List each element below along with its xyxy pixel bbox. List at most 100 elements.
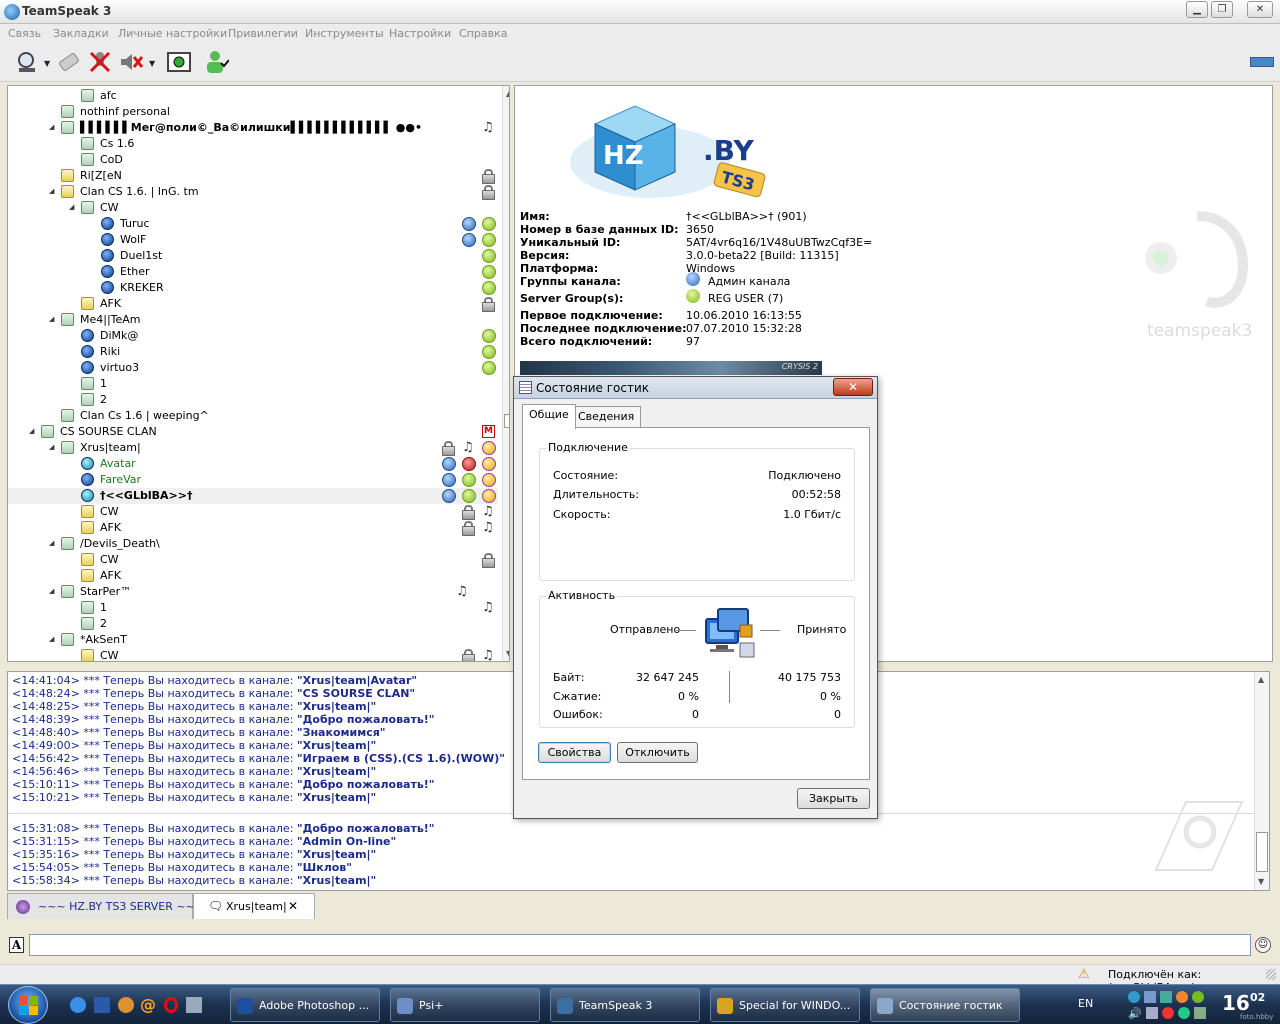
chat-channel-link[interactable]: "CS SOURSE CLAN" [297,687,415,700]
chat-channel-link[interactable]: "Xrus|team|" [297,739,376,752]
tray-monitor-icon[interactable] [1146,1007,1158,1019]
scroll-up-icon[interactable]: ▲ [506,89,509,98]
tray-network-icon[interactable] [1128,991,1140,1003]
channel-row[interactable]: ◢ Me4||TeAm [8,312,498,328]
client-row[interactable]: KREKER [8,280,498,296]
warning-icon[interactable]: ⚠ [1078,967,1090,982]
chat-channel-link[interactable]: "Добро пожаловать!" [297,822,435,835]
channel-row[interactable]: CW ♫ [8,504,498,520]
expand-arrow-icon[interactable]: ◢ [49,315,54,323]
chat-scroll-up-icon[interactable]: ▲ [1258,675,1264,684]
speakers-dropdown-icon[interactable]: ▼ [149,59,155,68]
client-row[interactable]: WolF [8,232,498,248]
channel-row[interactable]: 2 [8,392,498,408]
channel-row[interactable]: Clan Cs 1.6 | weeping^ [8,408,498,424]
menu-self[interactable]: Личные настройки [118,27,227,40]
menu-bookmarks[interactable]: Закладки [53,27,109,40]
dialog-close-text-button[interactable]: Закрыть [797,788,870,809]
channel-row[interactable]: nothinf personal [8,104,498,120]
menu-permissions[interactable]: Привилегии [228,27,298,40]
client-row[interactable]: †<<GLblBA>>† [8,488,498,504]
channel-row[interactable]: CoD [8,152,498,168]
opera-quicklaunch-icon[interactable] [164,997,178,1013]
client-row[interactable]: Ether [8,264,498,280]
chat-scrollbar[interactable]: ▲ ▼ [1254,672,1269,890]
language-indicator[interactable]: EN [1078,997,1093,1010]
expand-arrow-icon[interactable]: ◢ [69,203,74,211]
away-status-icon[interactable] [166,49,192,75]
tab-general[interactable]: Общие [522,404,576,429]
tray-users-icon[interactable] [1144,991,1156,1003]
channel-row[interactable]: ◢ Clan CS 1.6. | InG. tm [8,184,498,200]
menu-settings[interactable]: Настройки [389,27,451,40]
channel-row[interactable]: CW ♫ [8,648,498,661]
text-format-icon[interactable]: A [9,937,24,953]
clock[interactable]: 16 02 foto.hbby [1220,987,1278,1023]
contacts-icon[interactable] [203,49,229,75]
chat-channel-link[interactable]: "Добро пожаловать!" [297,778,435,791]
expand-arrow-icon[interactable]: ◢ [49,587,54,595]
channel-row[interactable]: AFK ♫ [8,520,498,536]
close-button[interactable]: ✕ [1247,1,1273,18]
mute-speakers-icon[interactable] [118,49,144,75]
message-input[interactable] [29,934,1251,956]
ie-quicklaunch-icon[interactable] [70,997,86,1013]
menu-tools[interactable]: Инструменты [305,27,384,40]
resize-grip-icon[interactable] [1266,969,1276,980]
tray-icq-icon[interactable] [1192,991,1204,1003]
tray-browser-icon[interactable] [1176,991,1188,1003]
disconnect-icon[interactable] [56,49,82,75]
client-row[interactable]: Riki [8,344,498,360]
tab-close-icon[interactable]: ✕ [288,899,298,913]
client-row[interactable]: FareVar [8,472,498,488]
expand-arrow-icon[interactable]: ◢ [49,443,54,451]
channel-row[interactable]: Ri[Z[eN [8,168,498,184]
chat-channel-link[interactable]: "Знакомимся" [297,726,386,739]
explorer-quicklaunch-icon[interactable] [94,997,110,1013]
scroll-down-icon[interactable]: ▼ [506,649,509,658]
settings-quicklaunch-icon[interactable] [118,997,134,1013]
channel-row[interactable]: 1 [8,376,498,392]
properties-button[interactable]: Свойства [538,742,611,763]
expand-arrow-icon[interactable]: ◢ [49,539,54,547]
taskbar-item[interactable]: Состояние гостик [870,988,1020,1022]
channel-row[interactable]: AFK [8,296,498,312]
mail-quicklaunch-icon[interactable]: @ [140,995,156,1014]
chat-channel-link[interactable]: "Играем в (CSS).(CS 1.6).(WOW)" [297,752,505,765]
expand-arrow-icon[interactable]: ◢ [29,427,34,435]
tray-opera-icon[interactable] [1162,1007,1174,1019]
mute-microphone-icon[interactable] [87,49,113,75]
channel-row[interactable]: ◢ CW [8,200,498,216]
chat-channel-link[interactable]: "Xrus|team|" [297,874,376,887]
chat-scroll-down-icon[interactable]: ▼ [1258,877,1264,886]
chat-channel-link[interactable]: "Xrus|team|Avatar" [297,674,417,687]
chat-channel-link[interactable]: "Шклов" [297,861,352,874]
channel-row[interactable]: 2 [8,616,498,632]
client-row[interactable]: virtuo3 [8,360,498,376]
dialog-close-button[interactable]: ✕ [833,378,873,396]
expand-arrow-icon[interactable]: ◢ [49,187,54,195]
minimize-button[interactable]: ▁ [1186,1,1208,18]
chat-channel-link[interactable]: "Xrus|team|" [297,848,376,861]
connect-icon[interactable] [14,49,40,75]
taskbar-item[interactable]: Special for WINDO... [710,988,860,1022]
channel-row[interactable]: AFK [8,568,498,584]
tray-volume-icon[interactable]: 🔊 [1128,1007,1142,1020]
channel-row[interactable]: ◢ Xrus|team| ♫ [8,440,498,456]
chat-channel-link[interactable]: "Xrus|team|" [297,765,376,778]
channel-row[interactable]: afc [8,88,498,104]
client-row[interactable]: DiMk@ [8,328,498,344]
disconnect-button[interactable]: Отключить [617,742,698,763]
expand-arrow-icon[interactable]: ◢ [49,123,54,131]
taskbar-item[interactable]: Psi+ [390,988,540,1022]
client-row[interactable]: Avatar [8,456,498,472]
emoticon-icon[interactable]: ☺ [1255,937,1271,953]
menu-help[interactable]: Справка [459,27,507,40]
tray-skype-icon[interactable] [1178,1007,1190,1019]
chat-channel-link[interactable]: "Admin On-line" [297,835,396,848]
tool-quicklaunch-icon[interactable] [186,997,202,1013]
channel-row[interactable]: Cs 1.6 [8,136,498,152]
taskbar-item[interactable]: TeamSpeak 3 [550,988,700,1022]
chat-channel-link[interactable]: "Добро пожаловать!" [297,713,435,726]
tab-details[interactable]: Сведения [571,406,642,428]
